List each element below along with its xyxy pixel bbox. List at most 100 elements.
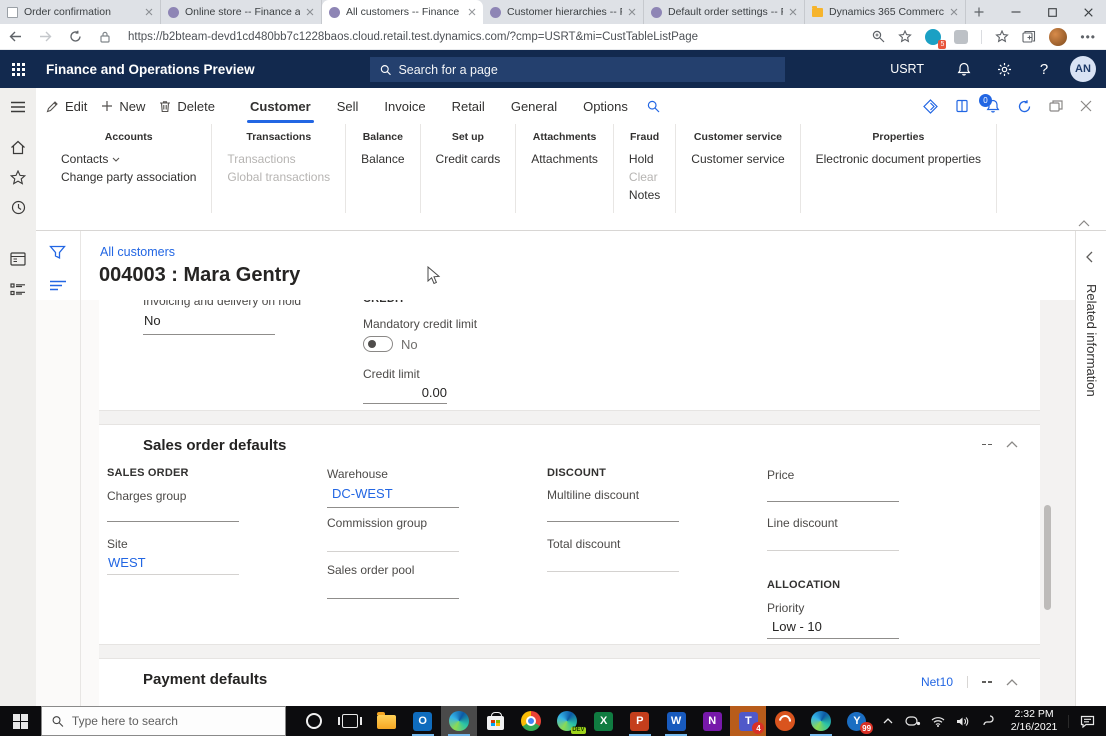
section-collapse-chevron-icon[interactable] — [1006, 678, 1018, 686]
vertical-scrollbar-thumb[interactable] — [1044, 505, 1051, 610]
recent-clock-icon[interactable] — [0, 192, 36, 222]
tab-customer[interactable]: Customer — [237, 88, 324, 124]
credit-cards-button[interactable]: Credit cards — [436, 150, 501, 168]
electronic-document-properties-button[interactable]: Electronic document properties — [816, 150, 981, 168]
action-center-icon[interactable] — [1068, 714, 1106, 728]
tab-close-icon[interactable] — [789, 8, 797, 16]
badged-app-icon[interactable]: Y 99 — [839, 706, 875, 736]
start-button[interactable] — [0, 706, 41, 736]
window-maximize-button[interactable] — [1034, 0, 1070, 24]
new-tab-button[interactable] — [966, 0, 992, 24]
related-information-label[interactable]: Related information — [1084, 284, 1099, 397]
edge-browser-icon[interactable] — [440, 706, 477, 736]
tab-options[interactable]: Options — [570, 88, 641, 124]
open-in-new-window-icon[interactable] — [1049, 99, 1063, 113]
actions-search-icon[interactable] — [647, 100, 660, 113]
tab-invoice[interactable]: Invoice — [371, 88, 438, 124]
guide-book-icon[interactable] — [955, 99, 969, 113]
powerpoint-icon[interactable]: P — [622, 706, 658, 736]
user-avatar[interactable]: AN — [1070, 56, 1096, 82]
filter-funnel-icon[interactable] — [49, 245, 66, 260]
excel-icon[interactable]: X — [586, 706, 622, 736]
taskbar-search-box[interactable] — [41, 706, 287, 736]
task-view-icon[interactable] — [332, 706, 368, 736]
tab-close-icon[interactable] — [950, 8, 958, 16]
attachments-button[interactable]: Attachments — [531, 150, 598, 168]
tab-close-icon[interactable] — [468, 8, 476, 16]
sales-order-defaults-title[interactable]: Sales order defaults — [143, 437, 286, 454]
file-explorer-icon[interactable] — [368, 706, 404, 736]
app-launcher-waffle-icon[interactable] — [0, 50, 36, 88]
change-party-association-button[interactable]: Change party association — [61, 168, 196, 186]
window-close-button[interactable] — [1070, 0, 1106, 24]
nav-hamburger-icon[interactable] — [0, 92, 36, 122]
teams-icon[interactable]: T4 — [730, 706, 767, 736]
power-apps-icon[interactable] — [923, 98, 938, 114]
home-icon[interactable] — [0, 132, 36, 162]
zoom-icon[interactable] — [872, 30, 885, 43]
warehouse-value[interactable]: DC-WEST — [332, 486, 393, 501]
tab-sell[interactable]: Sell — [324, 88, 372, 124]
browser-menu-icon[interactable]: ••• — [1080, 30, 1096, 44]
notes-button[interactable]: Notes — [629, 186, 660, 204]
close-page-icon[interactable] — [1080, 100, 1092, 112]
show-hidden-icons-chevron[interactable] — [875, 718, 900, 724]
cortana-icon[interactable] — [296, 706, 332, 736]
tab-general[interactable]: General — [498, 88, 570, 124]
invoicing-hold-value[interactable]: No — [144, 313, 161, 328]
orange-app-icon[interactable] — [766, 706, 802, 736]
extension-icon-2[interactable] — [954, 29, 969, 44]
favorite-this-page-icon[interactable] — [898, 30, 913, 43]
new-button[interactable]: New — [101, 99, 145, 114]
forward-button[interactable] — [30, 31, 60, 42]
browser-tab-order-confirmation[interactable]: Order confirmation — [0, 0, 161, 24]
breadcrumb-all-customers[interactable]: All customers — [100, 245, 175, 259]
hold-button[interactable]: Hold — [629, 150, 660, 168]
outlook-icon[interactable]: O — [405, 706, 441, 736]
notifications-bell-icon[interactable] — [944, 62, 984, 77]
ribbon-collapse-chevron-icon[interactable] — [1078, 220, 1090, 227]
favorites-icon[interactable] — [995, 30, 1010, 43]
microsoft-store-icon[interactable] — [477, 706, 513, 736]
browser-tab-all-customers[interactable]: All customers -- Finance an — [322, 0, 483, 24]
tab-close-icon[interactable] — [306, 8, 314, 16]
edge-dev-icon[interactable]: DEV — [549, 706, 586, 736]
chrome-icon[interactable] — [513, 706, 549, 736]
list-view-icon[interactable] — [49, 280, 67, 292]
window-minimize-button[interactable] — [998, 0, 1034, 24]
browser-tab-customer-hierarchies[interactable]: Customer hierarchies -- Fin — [483, 0, 644, 24]
device-icon[interactable] — [900, 716, 925, 726]
page-search-box[interactable] — [370, 57, 785, 82]
tab-close-icon[interactable] — [145, 8, 153, 16]
pen-input-icon[interactable] — [975, 715, 1000, 727]
customer-service-button[interactable]: Customer service — [691, 150, 784, 168]
browser-profile-avatar[interactable] — [1049, 27, 1068, 46]
payment-terms-summary[interactable]: Net10 — [921, 675, 953, 689]
section-collapse-chevron-icon[interactable] — [1006, 441, 1018, 448]
lock-icon[interactable] — [90, 31, 120, 43]
page-search-input[interactable] — [398, 62, 775, 77]
balance-button[interactable]: Balance — [361, 150, 404, 168]
contacts-menu-button[interactable]: Contacts — [61, 150, 196, 168]
credit-limit-value[interactable]: 0.00 — [363, 385, 447, 400]
favorites-star-icon[interactable] — [0, 162, 36, 192]
back-button[interactable] — [0, 31, 30, 42]
collections-icon[interactable] — [1022, 30, 1036, 43]
tab-close-icon[interactable] — [628, 8, 636, 16]
message-bell-icon[interactable]: 0 — [979, 93, 1000, 114]
browser-tab-dynamics-commerce[interactable]: Dynamics 365 Commerce — [805, 0, 966, 24]
site-value[interactable]: WEST — [108, 555, 146, 570]
network-wifi-icon[interactable] — [925, 716, 950, 727]
help-icon[interactable]: ? — [1024, 61, 1064, 78]
extension-icon[interactable]: 5 — [925, 28, 947, 49]
onenote-icon[interactable]: N — [694, 706, 730, 736]
company-picker[interactable]: USRT — [890, 62, 924, 76]
priority-value[interactable]: Low - 10 — [772, 619, 822, 634]
payment-defaults-title[interactable]: Payment defaults — [143, 671, 267, 688]
mandatory-credit-limit-toggle[interactable] — [363, 336, 393, 352]
delete-button[interactable]: Delete — [159, 99, 215, 114]
section-more-icon[interactable] — [982, 681, 992, 683]
url-bar[interactable]: https://b2bteam-devd1cd480bb7c1228baos.c… — [128, 31, 698, 43]
edge-beta-icon[interactable] — [803, 706, 839, 736]
browser-tab-default-order-settings[interactable]: Default order settings -- Fi — [644, 0, 805, 24]
